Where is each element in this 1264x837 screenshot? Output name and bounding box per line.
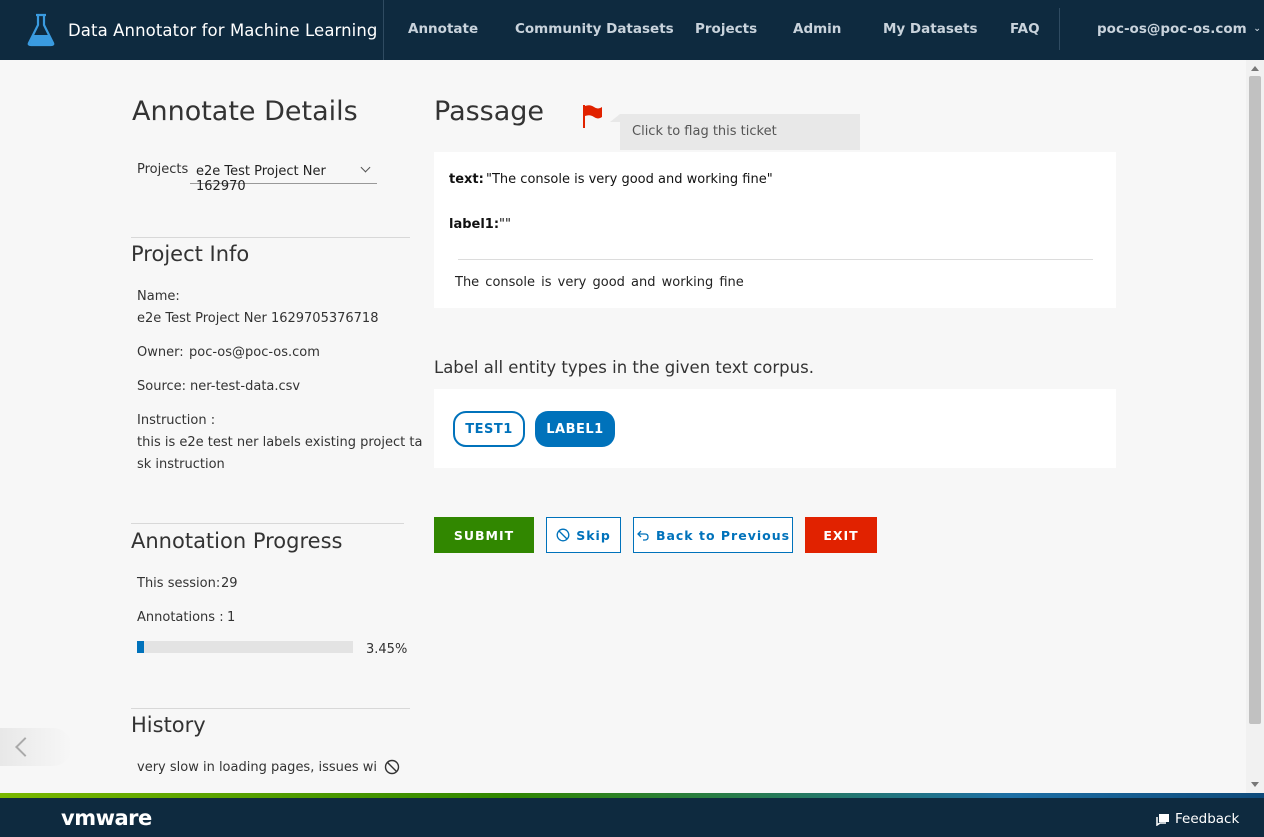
owner-label: Owner:: [137, 345, 184, 360]
nav-my-datasets[interactable]: My Datasets: [883, 21, 978, 37]
back-button-label: Back to Previous: [655, 527, 791, 543]
top-navbar: Data Annotator for Machine Learning Anno…: [0, 0, 1264, 60]
owner-value: poc-os@poc-os.com: [189, 345, 320, 360]
flask-icon: [26, 13, 56, 47]
user-email: poc-os@poc-os.com: [1097, 21, 1247, 37]
divider: [131, 523, 404, 524]
footer: vmware Feedback: [0, 798, 1264, 837]
passage-body[interactable]: The console is very good and working fin…: [455, 275, 744, 290]
label1-field-value: "": [499, 217, 511, 232]
chevron-down-icon: [360, 162, 371, 173]
project-info-title: Project Info: [131, 242, 250, 266]
nav-annotate[interactable]: Annotate: [408, 21, 478, 37]
flag-tooltip: Click to flag this ticket: [610, 114, 860, 150]
page-title: Annotate Details: [132, 96, 358, 127]
feedback-button[interactable]: Feedback: [1156, 811, 1239, 827]
projects-label: Projects: [137, 162, 189, 177]
annotation-progress-title: Annotation Progress: [131, 529, 343, 553]
undo-icon: [636, 528, 650, 542]
skip-button[interactable]: Skip: [546, 517, 621, 553]
divider: [131, 708, 410, 709]
history-title: History: [131, 713, 206, 737]
labels-card: TEST1 LABEL1: [434, 389, 1116, 468]
annotations-label: Annotations :: [137, 610, 224, 625]
history-item[interactable]: very slow in loading pages, issues wi: [137, 760, 377, 775]
skip-icon: [556, 528, 570, 542]
label-button-test1[interactable]: TEST1: [453, 411, 525, 447]
nav-faq[interactable]: FAQ: [1010, 21, 1040, 37]
nav-community-datasets[interactable]: Community Datasets: [515, 21, 674, 37]
label-button-label1[interactable]: LABEL1: [535, 411, 615, 447]
project-name-value: e2e Test Project Ner 1629705376718: [137, 311, 379, 326]
labeling-instruction: Label all entity types in the given text…: [434, 358, 814, 377]
feedback-label: Feedback: [1175, 811, 1240, 827]
progress-percent: 3.45%: [366, 642, 408, 657]
progress-bar-fill: [137, 641, 145, 653]
submit-button[interactable]: SUBMIT: [434, 517, 534, 553]
project-name-label: Name:: [137, 289, 180, 304]
progress-bar: [137, 641, 353, 653]
session-label: This session:: [137, 576, 221, 591]
user-menu[interactable]: poc-os@poc-os.com ⌄: [1097, 21, 1261, 37]
skip-button-label: Skip: [576, 527, 611, 543]
text-field-value: "The console is very good and working fi…: [486, 172, 773, 187]
divider: [131, 237, 410, 238]
divider: [458, 259, 1093, 260]
nav-projects[interactable]: Projects: [695, 21, 757, 37]
source-value: ner-test-data.csv: [190, 379, 301, 394]
instruction-text-line1: this is e2e test ner labels existing pro…: [137, 435, 423, 450]
scroll-down-arrow-icon[interactable]: [1251, 782, 1259, 787]
session-value: 29: [221, 576, 238, 591]
label1-field-key: label1:: [449, 217, 500, 232]
back-to-previous-button[interactable]: Back to Previous: [633, 517, 793, 553]
chevron-down-icon: ⌄: [1253, 24, 1261, 34]
nav-admin[interactable]: Admin: [793, 21, 841, 37]
brand[interactable]: Data Annotator for Machine Learning: [0, 0, 384, 60]
project-select[interactable]: e2e Test Project Ner 162970: [190, 160, 377, 194]
passage-title: Passage: [434, 96, 545, 127]
app-title: Data Annotator for Machine Learning: [68, 20, 378, 40]
vmware-logo: vmware: [61, 806, 152, 830]
chevron-left-icon: [15, 737, 35, 757]
instruction-label: Instruction :: [137, 413, 216, 428]
project-select-value: e2e Test Project Ner 162970: [196, 164, 326, 194]
text-field-key: text:: [449, 172, 484, 187]
source-label: Source:: [137, 379, 187, 394]
annotations-value: 1: [227, 610, 236, 625]
exit-button[interactable]: EXIT: [805, 517, 877, 553]
scroll-up-arrow-icon[interactable]: [1251, 66, 1259, 71]
vertical-scrollbar[interactable]: [1246, 60, 1264, 793]
skip-icon[interactable]: [384, 759, 400, 779]
scroll-thumb[interactable]: [1249, 76, 1261, 724]
flag-icon[interactable]: [582, 104, 604, 134]
feedback-icon: [1156, 813, 1170, 826]
nav-divider: [1059, 8, 1060, 50]
instruction-text-line2: sk instruction: [137, 457, 225, 472]
passage-card: text: "The console is very good and work…: [434, 152, 1116, 308]
collapse-sidebar-tab[interactable]: [0, 728, 72, 766]
